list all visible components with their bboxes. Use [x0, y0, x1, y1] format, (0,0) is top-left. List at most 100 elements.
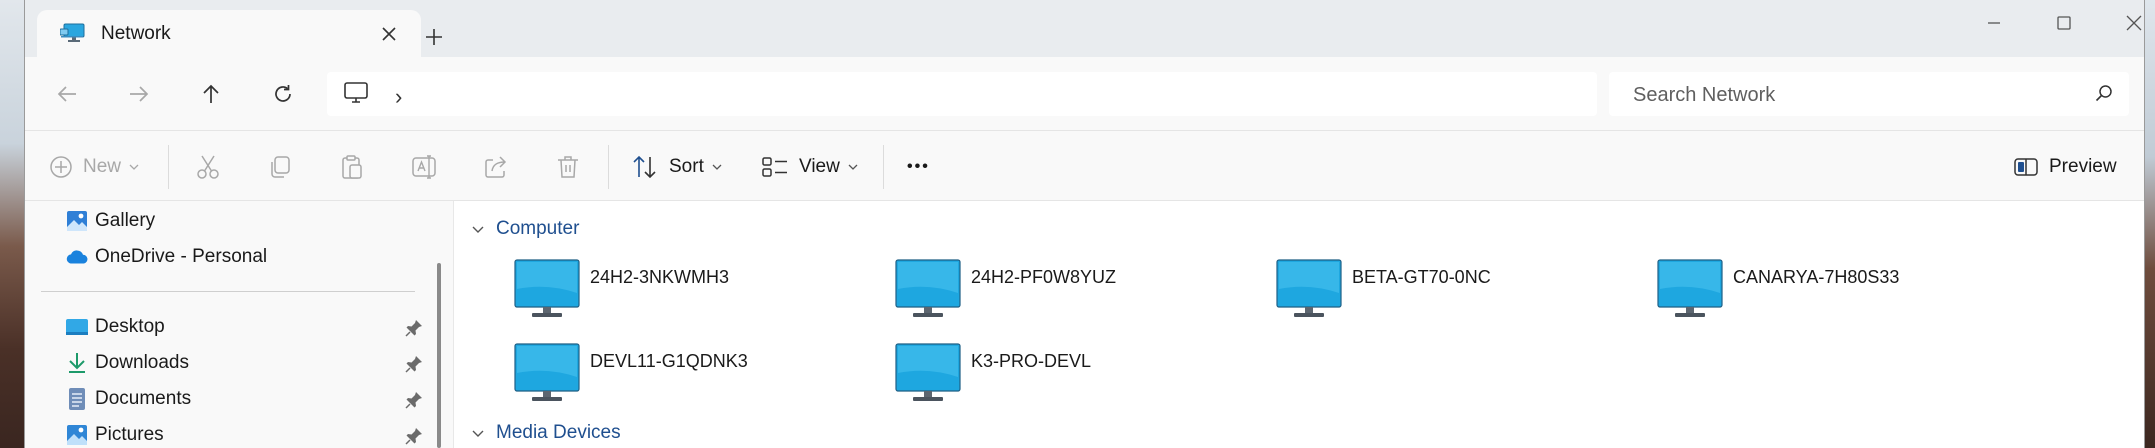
this-pc-icon [344, 82, 368, 103]
forward-button[interactable] [119, 74, 159, 114]
scissors-icon [197, 155, 219, 179]
chevron-down-icon [129, 164, 139, 170]
breadcrumb-chevron-icon[interactable]: › [395, 84, 402, 110]
group-label: Computer [496, 218, 580, 239]
sidebar-item-label: Pictures [95, 424, 164, 445]
arrow-up-icon [203, 84, 219, 103]
group-header-media-devices[interactable]: Media Devices [472, 419, 621, 447]
chevron-down-icon [472, 430, 484, 437]
sidebar-item-label: OneDrive - Personal [95, 246, 268, 267]
monitor-icon [895, 259, 961, 317]
copy-icon [271, 156, 290, 178]
desktop-wallpaper-left [0, 0, 26, 448]
share-button[interactable] [483, 149, 509, 185]
close-tab-button[interactable] [375, 20, 403, 48]
refresh-icon [275, 85, 291, 102]
file-list-view: Computer 24H2-3NKWMH3 24H2-PF0W8YUZ BETA… [453, 201, 2144, 448]
sidebar-item-label: Gallery [95, 210, 156, 231]
rename-button[interactable] [411, 149, 439, 185]
chevron-down-icon [848, 164, 858, 170]
sidebar-item-onedrive[interactable]: OneDrive - Personal [65, 243, 267, 271]
command-bar: New Sort View ••• Preview [25, 131, 2144, 201]
monitor-icon [514, 259, 580, 317]
new-tab-button[interactable] [417, 20, 451, 54]
view-label: View [799, 156, 840, 177]
sort-label: Sort [669, 156, 704, 177]
computer-item[interactable]: K3-PRO-DEVL [895, 343, 1255, 413]
new-label: New [83, 156, 122, 177]
refresh-button[interactable] [263, 74, 303, 114]
navigation-scrollbar[interactable] [437, 263, 441, 448]
close-window-button[interactable] [2111, 6, 2144, 40]
computer-item[interactable]: DEVL11-G1QDNK3 [514, 343, 874, 413]
computer-item[interactable]: BETA-GT70-0NC [1276, 259, 1636, 329]
onedrive-icon [66, 250, 88, 264]
pin-icon[interactable] [405, 319, 423, 337]
documents-icon [69, 388, 85, 410]
preview-button[interactable]: Preview [2013, 149, 2117, 185]
view-list-icon [762, 157, 787, 177]
preview-pane-icon [2014, 158, 2038, 176]
command-separator [608, 145, 609, 189]
computer-name: 24H2-3NKWMH3 [590, 267, 730, 287]
command-separator [168, 145, 169, 189]
arrow-right-icon [130, 86, 149, 102]
new-button[interactable]: New [49, 149, 139, 185]
sidebar-item-gallery[interactable]: Gallery [65, 207, 155, 235]
sidebar-item-label: Documents [95, 388, 192, 409]
sidebar-item-desktop[interactable]: Desktop [65, 313, 165, 341]
computer-name: BETA-GT70-0NC [1352, 267, 1491, 287]
cut-button[interactable] [195, 149, 221, 185]
minimize-button[interactable] [1971, 6, 2017, 40]
group-label: Media Devices [496, 422, 621, 443]
navigation-pane: Gallery OneDrive - Personal Desktop Down… [25, 201, 453, 448]
delete-button[interactable] [555, 149, 581, 185]
network-icon [60, 23, 85, 42]
sidebar-item-label: Desktop [95, 316, 165, 337]
computer-name: K3-PRO-DEVL [971, 351, 1092, 371]
copy-button[interactable] [267, 149, 293, 185]
close-icon [2126, 15, 2142, 31]
monitor-icon [1276, 259, 1342, 317]
more-options-button[interactable]: ••• [907, 149, 930, 185]
chevron-down-icon [712, 164, 722, 170]
gallery-icon [67, 211, 87, 231]
more-icon: ••• [907, 158, 930, 175]
chevron-down-icon [472, 226, 484, 233]
group-header-computer[interactable]: Computer [472, 215, 579, 243]
pin-icon[interactable] [405, 355, 423, 373]
close-icon [382, 27, 396, 41]
pin-icon[interactable] [405, 391, 423, 409]
preview-label: Preview [2049, 156, 2117, 177]
sidebar-item-documents[interactable]: Documents [65, 385, 191, 413]
view-button[interactable]: View [761, 149, 858, 185]
command-separator [883, 145, 884, 189]
pin-icon[interactable] [405, 427, 423, 445]
search-box[interactable]: Search Network [1609, 72, 2129, 116]
sort-icon [633, 155, 656, 179]
tab-network[interactable]: Network [37, 10, 421, 58]
computer-item[interactable]: 24H2-PF0W8YUZ [895, 259, 1255, 329]
search-icon [2095, 85, 2112, 102]
sidebar-item-downloads[interactable]: Downloads [65, 349, 189, 377]
minimize-icon [1988, 22, 2000, 24]
maximize-button[interactable] [2041, 6, 2087, 40]
plus-icon [426, 29, 442, 45]
computer-name: DEVL11-G1QDNK3 [590, 351, 748, 371]
computer-item[interactable]: 24H2-3NKWMH3 [514, 259, 874, 329]
address-bar-row: › Search Network [25, 57, 2144, 131]
address-box[interactable]: › [327, 72, 1597, 116]
back-button[interactable] [47, 74, 87, 114]
download-icon [69, 353, 85, 373]
maximize-icon [2057, 16, 2071, 30]
search-input[interactable]: Search Network [1633, 84, 1775, 107]
paste-button[interactable] [339, 149, 365, 185]
computer-item[interactable]: CANARYA-7H80S33 [1657, 259, 2017, 329]
up-button[interactable] [191, 74, 231, 114]
title-bar: Network [25, 0, 2144, 58]
sidebar-item-pictures[interactable]: Pictures [65, 421, 164, 448]
tab-title: Network [101, 23, 171, 44]
clipboard-icon [342, 155, 362, 179]
monitor-icon [1657, 259, 1723, 317]
sort-button[interactable]: Sort [631, 149, 722, 185]
